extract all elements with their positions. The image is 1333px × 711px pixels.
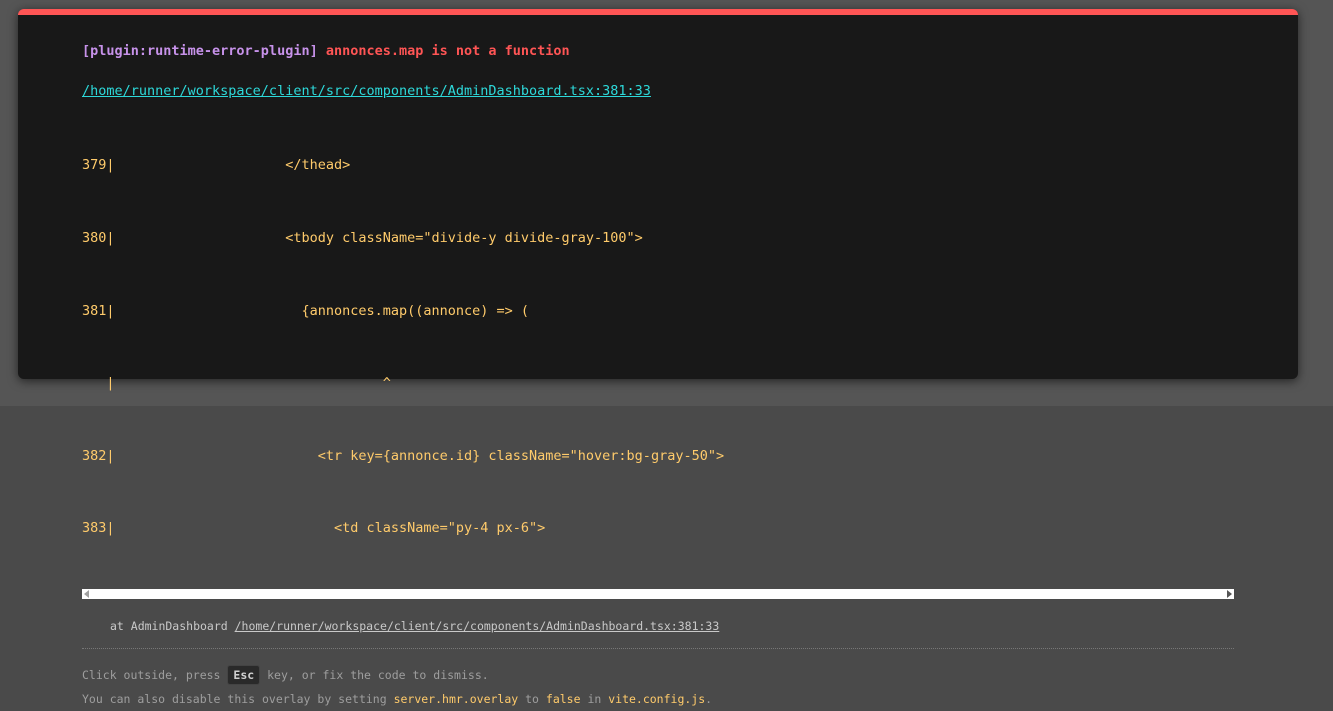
- error-content: [plugin:runtime-error-plugin] annonces.m…: [82, 41, 1234, 711]
- tip-text: to: [518, 691, 546, 706]
- code-line: 381| {annonces.map((annonce) => (: [82, 302, 530, 319]
- hmr-setting: server.hmr.overlay: [393, 691, 519, 706]
- code-line: 379| </thead>: [82, 157, 351, 174]
- error-message: [plugin:runtime-error-plugin] annonces.m…: [82, 41, 1234, 61]
- tip-text: key, or fix the code to dismiss.: [260, 667, 489, 682]
- plugin-name: [plugin:runtime-error-plugin]: [82, 43, 318, 59]
- stack-file-link[interactable]: /home/runner/workspace/client/src/compon…: [235, 619, 720, 633]
- code-frame: 379| </thead> 380| <tbody className="div…: [82, 105, 1234, 589]
- stack-trace: at AdminDashboard /home/runner/workspace…: [82, 618, 1234, 634]
- code-line: 382| <tr key={annonce.id} className="hov…: [82, 447, 725, 464]
- tip-text: Click outside, press: [82, 667, 228, 682]
- tip-text: .: [705, 691, 713, 706]
- tip-text: You can also disable this overlay by set…: [82, 691, 394, 706]
- scroll-right-icon[interactable]: [1227, 589, 1232, 598]
- horizontal-scrollbar[interactable]: [82, 588, 1234, 599]
- config-file: vite.config.js: [608, 691, 706, 706]
- code-line: 383| <td className="py-4 px-6">: [82, 520, 546, 537]
- esc-key: Esc: [227, 664, 261, 685]
- error-overlay: [plugin:runtime-error-plugin] annonces.m…: [18, 9, 1298, 706]
- error-text: annonces.map is not a function: [325, 43, 570, 59]
- code-line: 380| <tbody className="divide-y divide-g…: [82, 230, 643, 246]
- dismiss-tip: Click outside, press Esc key, or fix the…: [82, 663, 1234, 711]
- error-file-link[interactable]: /home/runner/workspace/client/src/compon…: [82, 81, 1234, 101]
- scroll-left-icon[interactable]: [84, 589, 89, 598]
- stack-prefix: at AdminDashboard: [110, 618, 235, 633]
- tip-text: in: [580, 691, 609, 706]
- divider: [82, 647, 1234, 649]
- code-line-caret: | ^: [82, 375, 391, 392]
- false-value: false: [545, 691, 581, 706]
